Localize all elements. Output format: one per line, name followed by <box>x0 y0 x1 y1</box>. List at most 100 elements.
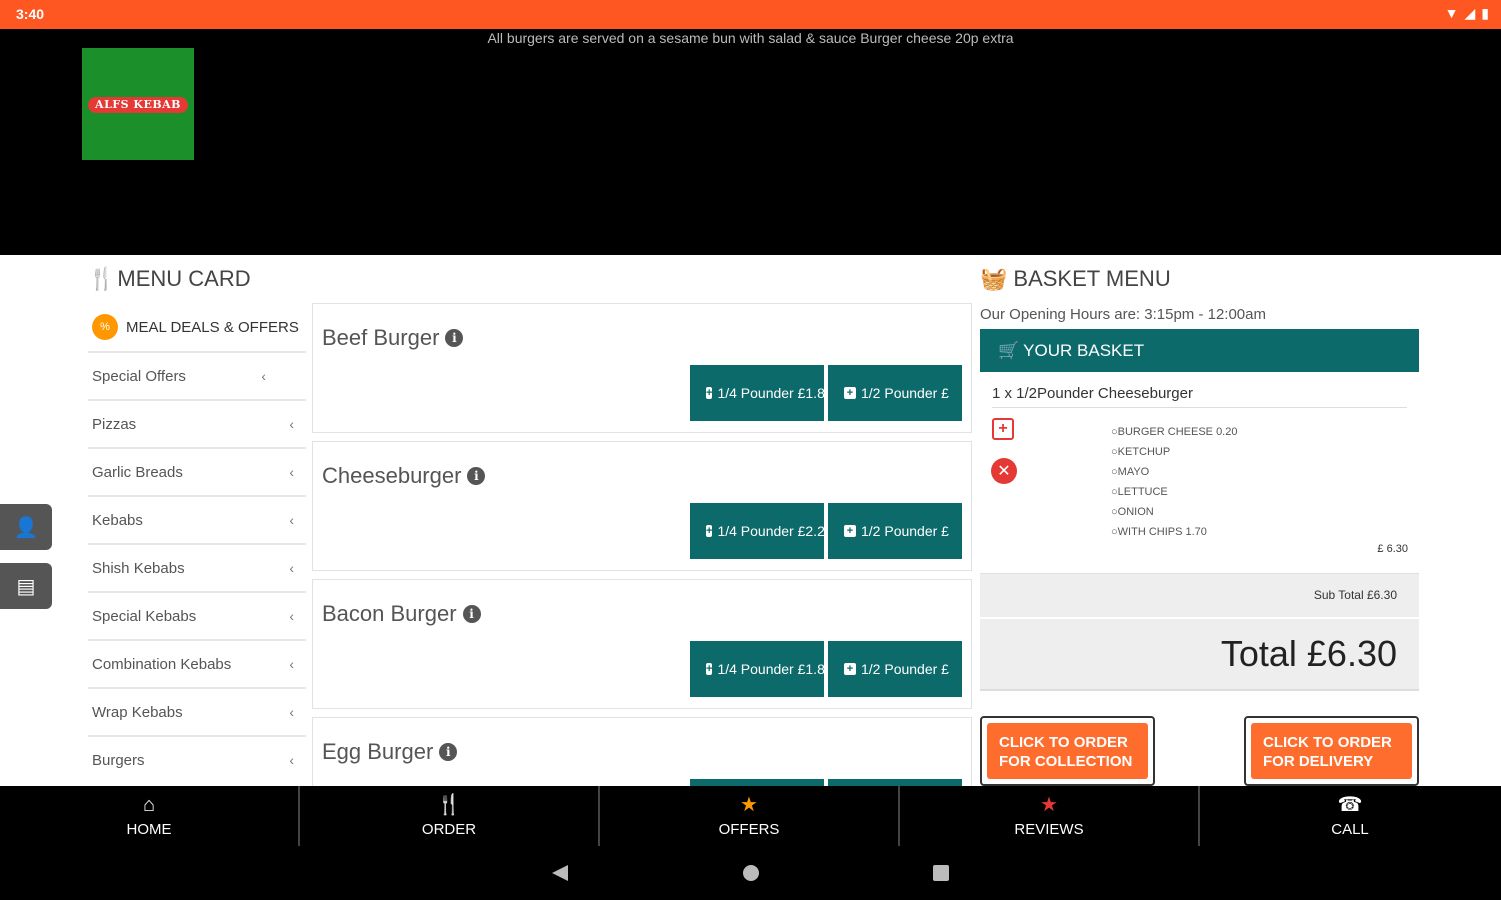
product-card: Bacon Burger i +1/4 Pounder £1.80 +1/2 P… <box>312 579 972 709</box>
signal-icon: ◢ <box>1464 5 1476 21</box>
order-collection-button[interactable]: CLICK TO ORDER FOR COLLECTION <box>980 716 1155 786</box>
wifi-icon: ▼ <box>1444 5 1459 21</box>
info-icon[interactable]: i <box>462 605 481 623</box>
account-tab[interactable]: 👤 <box>0 504 52 550</box>
add-quarter-pounder-button[interactable]: +1/4 Pounder £1.80 <box>690 641 824 697</box>
remove-item-button[interactable]: ✕ <box>991 458 1017 484</box>
extra-item: ○LETTUCE <box>1111 486 1168 498</box>
plus-icon: + <box>844 525 856 537</box>
back-icon[interactable] <box>550 863 570 883</box>
category-combination-kebabs[interactable]: Combination Kebabs ‹ <box>88 639 306 687</box>
your-basket-header: 🛒 YOUR BASKET <box>980 329 1419 372</box>
extra-item: ○MAYO <box>1111 466 1150 478</box>
product-card: Cheeseburger i +1/4 Pounder £2.20 +1/2 P… <box>312 441 972 571</box>
recents-icon[interactable] <box>931 863 951 883</box>
extra-item: ○BURGER CHEESE 0.20 <box>1111 426 1238 438</box>
category-meal-deals[interactable]: % MEAL DEALS & OFFERS <box>88 303 306 351</box>
chevron-left-icon: ‹ <box>289 704 294 720</box>
add-quarter-pounder-button[interactable]: +1/4 Pounder £2.20 <box>690 503 824 559</box>
menu-card-title: 🍴 MENU CARD <box>88 266 251 291</box>
add-quarter-pounder-button[interactable] <box>690 779 824 786</box>
cutlery-icon: 🍴 <box>436 794 462 816</box>
total: Total £6.30 <box>980 619 1419 691</box>
product-name: Beef Burger <box>322 325 440 350</box>
category-shish-kebabs[interactable]: Shish Kebabs ‹ <box>88 543 306 591</box>
info-icon[interactable]: i <box>445 329 464 347</box>
increase-quantity-button[interactable]: + <box>992 418 1014 440</box>
restaurant-logo[interactable]: ALFS KEBAB <box>82 48 194 160</box>
subtotal: Sub Total £6.30 <box>980 573 1419 617</box>
category-special-kebabs[interactable]: Special Kebabs ‹ <box>88 591 306 639</box>
product-list: Beef Burger i +1/4 Pounder £1.80 +1/2 Po… <box>312 303 972 786</box>
cutlery-icon: 🍴 <box>88 266 116 291</box>
nav-reviews[interactable]: ★ REVIEWS <box>900 786 1200 846</box>
nav-offers[interactable]: ★ OFFERS <box>600 786 900 846</box>
plus-icon: + <box>706 525 713 537</box>
nav-call[interactable]: ☎ CALL <box>1200 786 1500 846</box>
plus-icon: + <box>706 663 713 675</box>
category-burgers[interactable]: Burgers ‹ <box>88 735 306 783</box>
burger-notice: All burgers are served on a sesame bun w… <box>487 30 1014 46</box>
header-banner: All burgers are served on a sesame bun w… <box>0 29 1501 255</box>
status-time: 3:40 <box>16 6 45 22</box>
chevron-left-icon: ‹ <box>289 560 294 576</box>
add-half-pounder-button[interactable]: +1/2 Pounder £ <box>828 365 962 421</box>
chevron-left-icon: ‹ <box>289 656 294 672</box>
home-circle-icon[interactable] <box>741 863 761 883</box>
user-icon: 👤 <box>13 516 39 539</box>
plus-icon: + <box>706 387 713 399</box>
chevron-left-icon: ‹ <box>289 416 294 432</box>
product-card: Egg Burger i <box>312 717 972 786</box>
extra-item: ○WITH CHIPS 1.70 <box>1111 526 1207 538</box>
percent-badge-icon: % <box>92 314 118 340</box>
chevron-left-icon: ‹ <box>261 368 266 384</box>
item-extras: ○BURGER CHEESE 0.20 ○KETCHUP ○MAYO ○LETT… <box>1111 422 1237 542</box>
add-half-pounder-button[interactable]: +1/2 Pounder £ <box>828 641 962 697</box>
star-icon: ★ <box>1040 794 1058 816</box>
basket-menu-title: 🧺 BASKET MENU <box>980 266 1171 291</box>
contact-card-icon: ▤ <box>16 575 36 598</box>
category-wrap-kebabs[interactable]: Wrap Kebabs ‹ <box>88 687 306 735</box>
info-icon[interactable]: i <box>439 743 458 761</box>
product-name: Cheeseburger <box>322 463 462 488</box>
product-name: Bacon Burger <box>322 601 457 626</box>
contact-tab[interactable]: ▤ <box>0 563 52 609</box>
nav-order[interactable]: 🍴 ORDER <box>300 786 600 846</box>
plus-icon: + <box>844 387 856 399</box>
category-special-offers[interactable]: Special Offers ‹ <box>88 351 306 399</box>
chevron-left-icon: ‹ <box>289 464 294 480</box>
basket-icon: 🧺 <box>980 266 1008 291</box>
category-garlic-breads[interactable]: Garlic Breads ‹ <box>88 447 306 495</box>
basket-line-item: 1 x 1/2Pounder Cheeseburger <box>992 385 1407 408</box>
home-icon: ⌂ <box>142 794 156 816</box>
chevron-left-icon: ‹ <box>289 608 294 624</box>
plus-icon: + <box>998 420 1008 437</box>
add-quarter-pounder-button[interactable]: +1/4 Pounder £1.80 <box>690 365 824 421</box>
extra-item: ○KETCHUP <box>1111 446 1171 458</box>
close-icon: ✕ <box>997 463 1011 480</box>
cart-icon: 🛒 <box>998 340 1020 360</box>
plus-icon: + <box>844 663 856 675</box>
phone-icon: ☎ <box>1337 794 1363 816</box>
status-bar: 3:40 ▼ ◢ ▮ <box>0 0 1501 29</box>
opening-hours: Our Opening Hours are: 3:15pm - 12:00am <box>980 306 1266 323</box>
product-name: Egg Burger <box>322 739 434 764</box>
add-half-pounder-button[interactable]: +1/2 Pounder £ <box>828 503 962 559</box>
system-nav-bar <box>0 846 1501 900</box>
chevron-left-icon: ‹ <box>289 512 294 528</box>
category-kebabs[interactable]: Kebabs ‹ <box>88 495 306 543</box>
order-delivery-button[interactable]: CLICK TO ORDER FOR DELIVERY <box>1244 716 1419 786</box>
bottom-nav: ⌂ HOME 🍴 ORDER ★ OFFERS ★ REVIEWS ☎ CALL <box>0 786 1501 846</box>
product-card: Beef Burger i +1/4 Pounder £1.80 +1/2 Po… <box>312 303 972 433</box>
category-list: % MEAL DEALS & OFFERS Special Offers ‹ P… <box>88 303 306 783</box>
chevron-left-icon: ‹ <box>289 752 294 768</box>
info-icon[interactable]: i <box>467 467 486 485</box>
add-half-pounder-button[interactable] <box>828 779 962 786</box>
nav-home[interactable]: ⌂ HOME <box>0 786 300 846</box>
star-icon: ★ <box>740 794 758 816</box>
battery-icon: ▮ <box>1481 5 1489 21</box>
extra-item: ○ONION <box>1111 506 1154 518</box>
category-pizzas[interactable]: Pizzas ‹ <box>88 399 306 447</box>
item-price: £ 6.30 <box>1377 543 1408 555</box>
logo-text: ALFS KEBAB <box>88 97 188 113</box>
